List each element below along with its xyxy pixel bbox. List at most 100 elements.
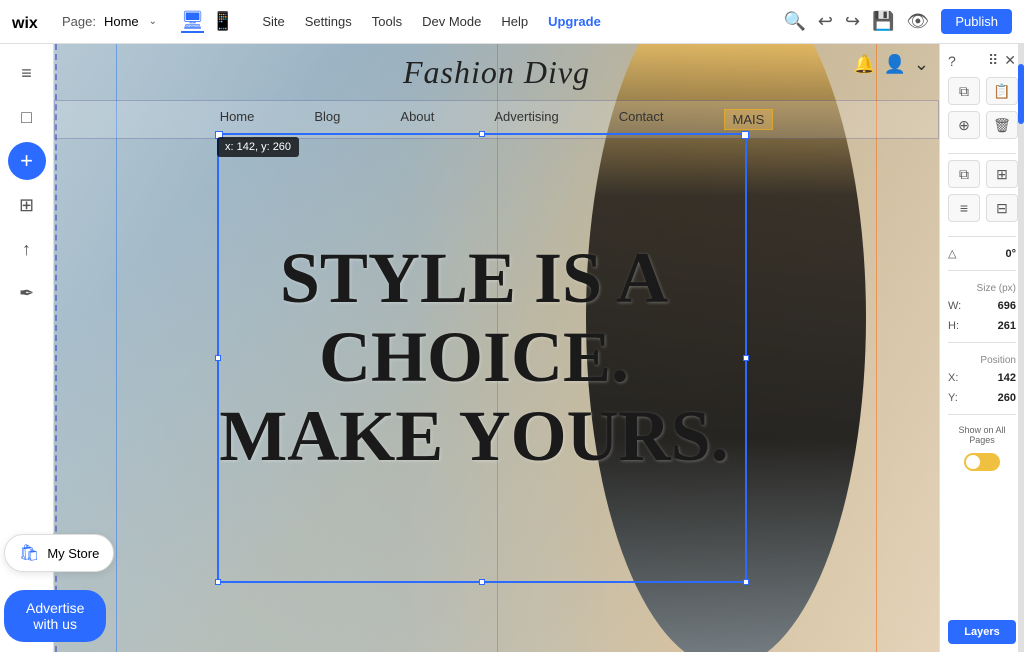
size-label: Size (px) [948,283,1016,294]
site-logo: Fashion Divg [403,54,590,91]
show-all-pages-toggle-container [948,453,1016,471]
top-bar: wix Page: Home ⌄ 🖥 📱 Site Settings Tools… [0,0,1024,44]
selection-handle-bl[interactable] [215,579,221,585]
panel-delete-btn[interactable]: 🗑 [986,111,1018,139]
panel-action-grid-2: ⧉ ⊞ ≡ ⊟ [948,160,1016,222]
canvas-nav-mais[interactable]: MAIS [724,109,774,130]
nav-upgrade[interactable]: Upgrade [548,14,601,29]
angle-icon: △ [948,247,956,260]
panel-layers-btn[interactable]: ⧉ [948,160,980,188]
save-icon[interactable]: 💾 [872,11,894,32]
sidebar-blog-icon[interactable]: ✒ [8,274,46,312]
desktop-view-icon[interactable]: 🖥 [181,10,204,33]
site-header: Fashion Divg [54,54,939,91]
svg-text:wix: wix [12,15,38,32]
topbar-right-icons: 🔍 ↩ ↪ 💾 👁 Publish [783,9,1012,34]
page-chevron[interactable]: ⌄ [149,16,157,27]
canvas-chevron-icon[interactable]: ⌄ [914,54,929,75]
position-tooltip: x: 142, y: 260 [217,137,299,157]
my-store-icon: 🛍 [19,543,39,563]
canvas-area[interactable]: Fashion Divg 🔔 👤 ⌄ Home Blog About Adver… [54,44,939,652]
redo-icon[interactable]: ↪ [845,11,860,32]
panel-y-row: Y: 260 [948,392,1016,404]
selection-handle-br[interactable] [743,579,749,585]
panel-divider-1 [948,153,1016,154]
sidebar-apps-icon[interactable]: ⊞ [8,186,46,224]
height-value[interactable]: 261 [998,320,1016,332]
vertical-scrollbar[interactable] [1018,44,1024,652]
sidebar-add-icon[interactable]: + [8,142,46,180]
canvas-nav-home[interactable]: Home [220,109,255,130]
page-label: Page: [62,14,96,29]
show-all-pages-toggle[interactable] [964,453,1000,471]
undo-icon[interactable]: ↩ [818,11,833,32]
panel-angle-row: △ 0° [948,247,1016,260]
sidebar-components-icon[interactable]: □ [8,98,46,136]
device-switcher: 🖥 📱 [181,10,234,33]
panel-header: ? ⠿ ✕ [948,52,1016,69]
position-label: Position [948,355,1016,366]
y-value[interactable]: 260 [998,392,1016,404]
panel-header-icons: ⠿ ✕ [988,52,1016,69]
advertise-button[interactable]: Advertise with us [4,590,106,642]
nav-settings[interactable]: Settings [305,14,352,29]
canvas-top-right-icons: 🔔 👤 ⌄ [853,54,929,75]
canvas-nav-about[interactable]: About [400,109,434,130]
search-icon[interactable]: 🔍 [783,11,805,32]
show-all-pages-label: Show on All Pages [948,425,1016,445]
panel-close-button[interactable]: ✕ [1004,52,1016,69]
panel-duplicate-btn[interactable]: ⊕ [948,111,980,139]
panel-divider-3 [948,270,1016,271]
panel-height-row: H: 261 [948,320,1016,332]
my-store-button[interactable]: 🛍 My Store [4,534,114,572]
panel-divider-4 [948,342,1016,343]
bell-icon[interactable]: 🔔 [853,54,875,75]
width-value[interactable]: 696 [998,300,1016,312]
nav-site[interactable]: Site [262,14,284,29]
panel-question-icon[interactable]: ? [948,53,956,69]
page-name[interactable]: Home [104,14,139,29]
angle-value[interactable]: 0° [1005,248,1016,260]
panel-action-grid: ⧉ 📋 ⊕ 🗑 [948,77,1016,139]
selection-box[interactable] [217,133,747,583]
left-sidebar: ≡ □ + ⊞ ↑ ✒ 🛍 My Store Advertise with us [0,44,54,652]
main-layout: ≡ □ + ⊞ ↑ ✒ 🛍 My Store Advertise with us… [0,44,1024,652]
panel-width-row: W: 696 [948,300,1016,312]
nav-help[interactable]: Help [501,14,528,29]
right-panel: ? ⠿ ✕ ⧉ 📋 ⊕ 🗑 ⧉ ⊞ ≡ ⊟ △ 0° [939,44,1024,652]
panel-x-row: X: 142 [948,372,1016,384]
selection-handle-mr[interactable] [743,355,749,361]
account-icon[interactable]: 👤 [883,54,905,75]
x-label: X: [948,372,958,384]
height-label: H: [948,320,959,332]
nav-tools[interactable]: Tools [372,14,402,29]
sidebar-media-icon[interactable]: ↑ [8,230,46,268]
y-label: Y: [948,392,958,404]
selection-handle-bm[interactable] [479,579,485,585]
canvas-nav-contact[interactable]: Contact [619,109,664,130]
panel-divider-5 [948,414,1016,415]
width-label: W: [948,300,961,312]
publish-button[interactable]: Publish [941,9,1012,34]
canvas-nav-advertising[interactable]: Advertising [494,109,558,130]
panel-grid-icon[interactable]: ⠿ [988,52,998,69]
panel-copy-btn[interactable]: ⧉ [948,77,980,105]
layers-tab[interactable]: Layers [948,620,1016,644]
canvas-nav-blog[interactable]: Blog [314,109,340,130]
scroll-thumb[interactable] [1018,64,1024,124]
panel-arrange-btn[interactable]: ⊞ [986,160,1018,188]
wix-logo[interactable]: wix [12,12,48,32]
panel-spacing-btn[interactable]: ⊟ [986,194,1018,222]
panel-divider-2 [948,236,1016,237]
selection-handle-ml[interactable] [215,355,221,361]
panel-paste-btn[interactable]: 📋 [986,77,1018,105]
panel-align-btn[interactable]: ≡ [948,194,980,222]
selection-handle-tm[interactable] [479,131,485,137]
preview-icon[interactable]: 👁 [907,11,930,32]
sidebar-pages-icon[interactable]: ≡ [8,54,46,92]
x-value[interactable]: 142 [998,372,1016,384]
nav-devmode[interactable]: Dev Mode [422,14,481,29]
top-nav: Site Settings Tools Dev Mode Help Upgrad… [262,14,600,29]
mobile-view-icon[interactable]: 📱 [212,11,234,32]
my-store-label: My Store [47,546,99,561]
